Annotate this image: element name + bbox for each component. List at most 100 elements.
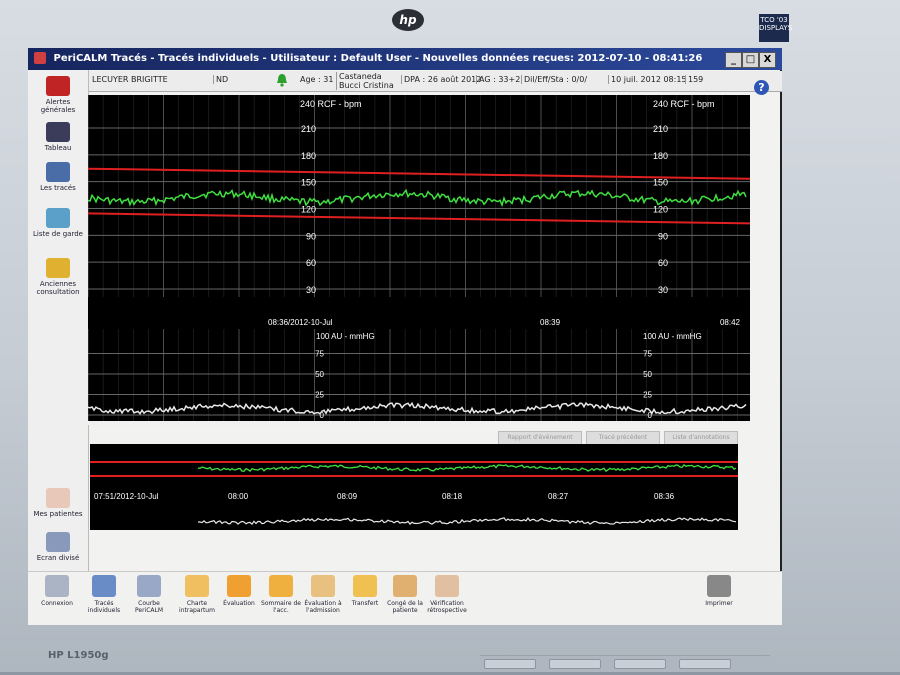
patient-age: Age : 31 [300,75,334,84]
printer-icon [707,575,731,597]
toolbar-button-fingerprint[interactable]: Connexion [36,575,78,607]
fhr-tick-label-left: 120 [301,204,316,214]
sidebar-item-tableau[interactable]: Tableau [32,122,84,152]
toolbar-button-summary[interactable]: Sommaire de l'acc. [260,575,302,614]
patient-room: 159 [685,75,703,84]
toolbar-button-waveform[interactable]: Tracés individuels [83,575,125,614]
fhr-tick-label-right: 150 [653,178,668,188]
fhr-trace [88,188,747,208]
bottom-toolbar: Connexion Tracés individuels Courbe PeriCA… [28,571,782,625]
patient-dpa: DPA : 26 août 2012 [401,75,481,84]
fhr-tick-label-left: 60 [306,258,316,268]
overview-time-label: 08:09 [337,492,358,501]
toco-tick-label-right: 25 [643,391,652,400]
overview-time-label: 08:00 [228,492,249,501]
toolbar-button-retro-check[interactable]: Vérification rétrospective [426,575,468,614]
monitor-button[interactable] [679,659,732,669]
split-screen-icon [46,532,70,552]
app-window: PeriCALM Tracés - Tracés individuels - U… [28,48,782,625]
overview-time-label: 08:36 [654,492,675,501]
patient-id: ND [213,75,228,84]
fhr-title-left: 240 RCF - bpm [300,99,362,109]
annotation-list-button[interactable]: Liste d'annotations [664,431,738,445]
maximize-button[interactable]: □ [742,52,759,68]
hp-logo: hp [392,9,424,31]
patient-name[interactable]: LECUYER BRIGITTE [90,75,168,84]
toolbar-button-label: Transfert [351,600,379,607]
fhr-tick-label-left: 210 [301,124,316,134]
patient-physician: Castaneda Bucci Cristina [336,72,399,90]
sidebar: Alertes générales Tableau Les tracés Lis… [28,70,89,625]
toco-tick-label-right: 75 [643,350,652,359]
toco-chart: 08:36/2012-10-Jul 08:39 08:42 100 AU - mmHG… [88,315,750,425]
monitor-button[interactable] [614,659,667,669]
toco-title-left: 100 AU - mmHG [316,332,375,341]
patients-icon [46,488,70,508]
minimize-button[interactable]: _ [725,52,742,68]
fhr-tick-label-right: 180 [653,151,668,161]
toco-header [88,315,750,329]
sidebar-item-label: Ecran divisé [36,554,80,562]
fhr-tick-label-left: 90 [306,231,316,241]
toco-tick-label-left: 75 [315,350,324,359]
lower-limit-line [88,212,750,225]
toolbar-button-evaluation[interactable]: Évaluation [218,575,260,607]
monitor-button[interactable] [484,659,536,669]
summary-icon [269,575,293,597]
toolbar-button-transfer[interactable]: Transfert [344,575,386,607]
sidebar-item-traces[interactable]: Les tracés [32,162,84,192]
monitor-button[interactable] [549,659,602,669]
sidebar-item-label: Les tracés [40,184,76,192]
toco-tick-label-right: 50 [643,370,652,379]
sidebar-item-label: Anciennes consultation [36,280,80,296]
event-report-button[interactable]: Rapport d'événement [498,431,582,445]
evaluation-icon [227,575,251,597]
patient-dil: Dil/Eff/Sta : 0/0/ [521,75,587,84]
fhr-tick-label-right: 30 [658,285,668,295]
overview-time-label: 07:51/2012-10-Jul [94,492,159,501]
fhr-tick-label-right: 60 [658,258,668,268]
sidebar-item-label: Alertes générales [40,98,76,114]
upper-limit-line [88,167,750,180]
bell-green-icon [276,73,288,89]
toolbar-button-label: Évaluation [223,600,255,607]
admission-icon [311,575,335,597]
close-button[interactable]: X [759,52,776,68]
toolbar-button-label: Évaluation à l'admission [304,600,342,614]
toolbar-button-printer[interactable]: Imprimer [698,575,740,607]
waveform-icon [92,575,116,597]
sidebar-item-anciennes-consultation[interactable]: Anciennes consultation [32,258,84,296]
bell-icon [46,76,70,96]
staff-list-icon [46,208,70,228]
fhr-tick-label-left: 150 [301,178,316,188]
patient-info-bar: LECUYER BRIGITTE ND Age : 31 Castaneda B… [88,71,782,92]
folder-icon [46,258,70,278]
toolbar-button-label: Imprimer [705,600,733,607]
fhr-tick-label-right: 120 [653,204,668,214]
window-title: PeriCALM Tracés - Tracés individuels - U… [53,53,703,64]
toolbar-button-label: Congé de la patiente [387,600,423,614]
tco-badge: TCO '03 DISPLAYS [759,14,792,42]
toolbar-button-discharge[interactable]: Congé de la patiente [384,575,426,614]
toolbar-button-label: Tracés individuels [87,600,121,614]
sidebar-item-mes-patientes[interactable]: Mes patientes [32,488,84,518]
toolbar-button-curve[interactable]: Courbe PeriCALM [128,575,170,614]
sidebar-item-alerts[interactable]: Alertes générales [32,76,84,114]
sidebar-item-label: Mes patientes [33,510,83,518]
toolbar-button-chart-doc[interactable]: Charte intrapartum [176,575,218,614]
overview-strip[interactable]: 07:51/2012-10-Jul 08:00 08:09 08:18 08:27 08:… [90,444,738,534]
fhr-title-right: 240 RCF - bpm [653,99,715,109]
toolbar-button-admission[interactable]: Évaluation à l'admission [302,575,344,614]
fhr-tick-label-right: 210 [653,124,668,134]
help-icon[interactable]: ? [754,80,769,95]
sidebar-item-ecran-divise[interactable]: Ecran divisé [32,532,84,562]
previous-trace-button[interactable]: Tracé précédent [586,431,660,445]
title-bar: PeriCALM Tracés - Tracés individuels - U… [28,48,782,70]
sidebar-item-liste-de-garde[interactable]: Liste de garde [32,208,84,238]
traces-icon [46,162,70,182]
fhr-tick-label-left: 180 [301,151,316,161]
toco-time-label: 08:36/2012-10-Jul [268,318,333,327]
monitor-button-strip [480,655,770,669]
overview-time-label: 08:18 [442,492,463,501]
fingerprint-icon [45,575,69,597]
